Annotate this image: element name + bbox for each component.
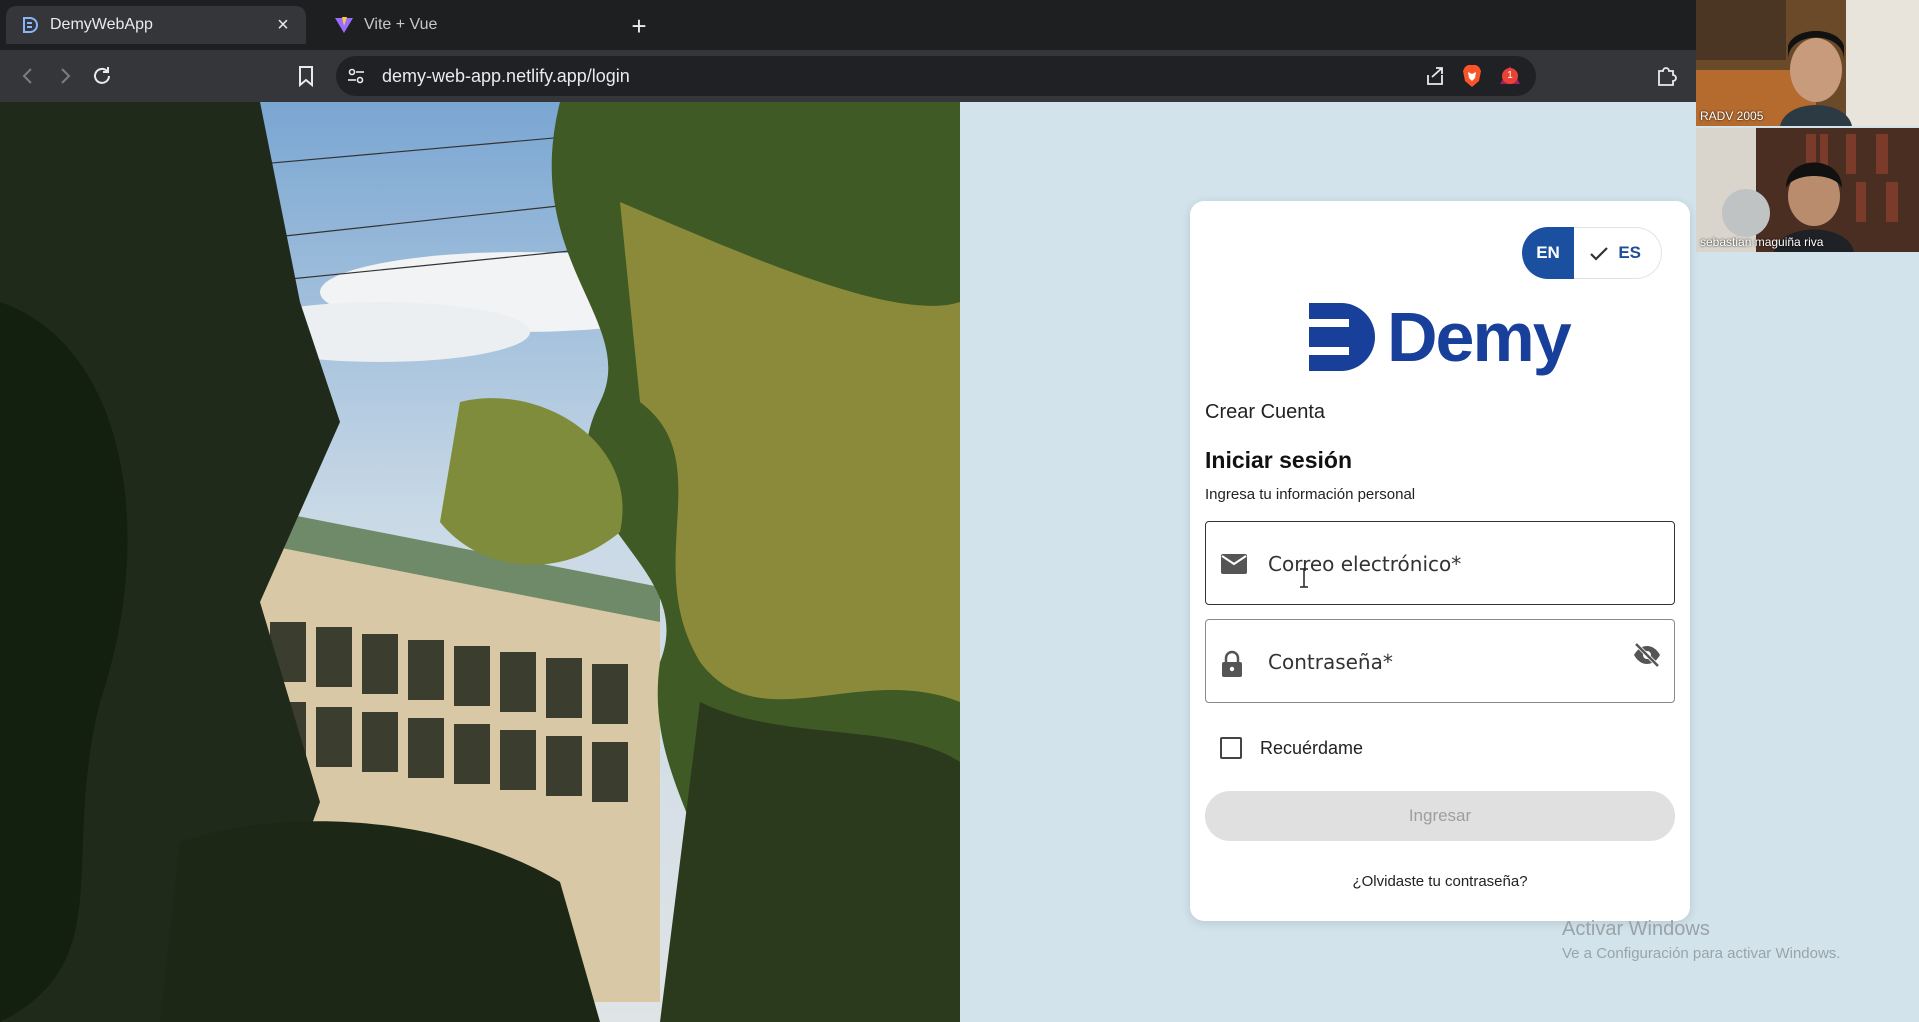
tab-vite-vue[interactable]: Vite + Vue [320,6,610,44]
tab-title: DemyWebApp [50,16,153,33]
video-tile: sebastian maguiña riva [1696,128,1919,252]
page-subtitle: Ingresa tu información personal [1205,486,1416,503]
toggle-visibility-icon[interactable] [1632,642,1662,673]
lang-es-label: ES [1618,243,1641,262]
bookmark-icon[interactable] [292,62,320,90]
login-card: EN ES Demy Crear Cuenta Iniciar sesión I… [1190,201,1690,921]
participant-name: sebastian maguiña riva [1700,235,1824,249]
watermark-title: Activar Windows [1562,918,1710,940]
notification-badge: 1 [1502,68,1518,84]
lock-icon [1220,650,1244,683]
watermark-subtitle: Ve a Configuración para activar Windows. [1562,945,1841,962]
close-tab-icon[interactable]: × [272,14,294,36]
remember-label: Recuérdame [1260,737,1364,758]
remember-me[interactable]: Recuérdame [1220,737,1363,759]
lang-es-button[interactable]: ES [1574,227,1662,279]
tab-bar: DemyWebApp × Vite + Vue + [0,0,1919,50]
brave-shields-icon[interactable] [1461,64,1483,93]
video-tile: RADV 2005 [1696,0,1919,126]
create-account-link[interactable]: Crear Cuenta [1205,401,1325,424]
password-input[interactable] [1268,634,1628,690]
url-text: demy-web-app.netlify.app/login [382,66,630,86]
participant-name: RADV 2005 [1700,109,1764,123]
remember-checkbox[interactable] [1220,737,1242,759]
mail-icon [1220,552,1248,581]
forgot-password-link[interactable]: ¿Olvidaste tu contraseña? [1190,873,1690,890]
browser-toolbar: demy-web-app.netlify.app/login 1 [0,50,1919,102]
forward-icon[interactable] [51,62,79,90]
login-button[interactable]: Ingresar [1205,791,1675,841]
demy-logo-icon [1309,303,1375,371]
back-icon[interactable] [14,62,42,90]
windows-activation-watermark: Activar Windows Ve a Configuración para … [1562,918,1840,962]
vite-favicon-icon [334,15,354,35]
campus-photo [0,102,960,1022]
extensions-icon[interactable] [1654,62,1680,93]
text-cursor-icon [1299,568,1309,593]
address-bar[interactable]: demy-web-app.netlify.app/login 1 [336,56,1536,96]
check-icon [1588,243,1610,270]
lang-en-button[interactable]: EN [1522,227,1574,279]
email-field [1205,521,1675,605]
logo-text: Demy [1387,298,1572,376]
share-icon[interactable] [1424,65,1446,92]
reload-icon[interactable] [88,62,116,90]
email-input[interactable] [1268,536,1628,592]
new-tab-icon[interactable]: + [626,13,652,39]
demy-favicon-icon [20,15,40,35]
tab-title: Vite + Vue [364,16,438,33]
site-settings-icon[interactable] [346,66,366,91]
password-field [1205,619,1675,703]
demy-logo: Demy [1307,297,1572,377]
brave-rewards-icon[interactable]: 1 [1498,64,1526,90]
page-viewport: EN ES Demy Crear Cuenta Iniciar sesión I… [0,102,1919,1022]
page-title: Iniciar sesión [1205,447,1353,473]
tab-demywebapp[interactable]: DemyWebApp × [6,6,306,44]
language-toggle: EN ES [1522,227,1662,279]
